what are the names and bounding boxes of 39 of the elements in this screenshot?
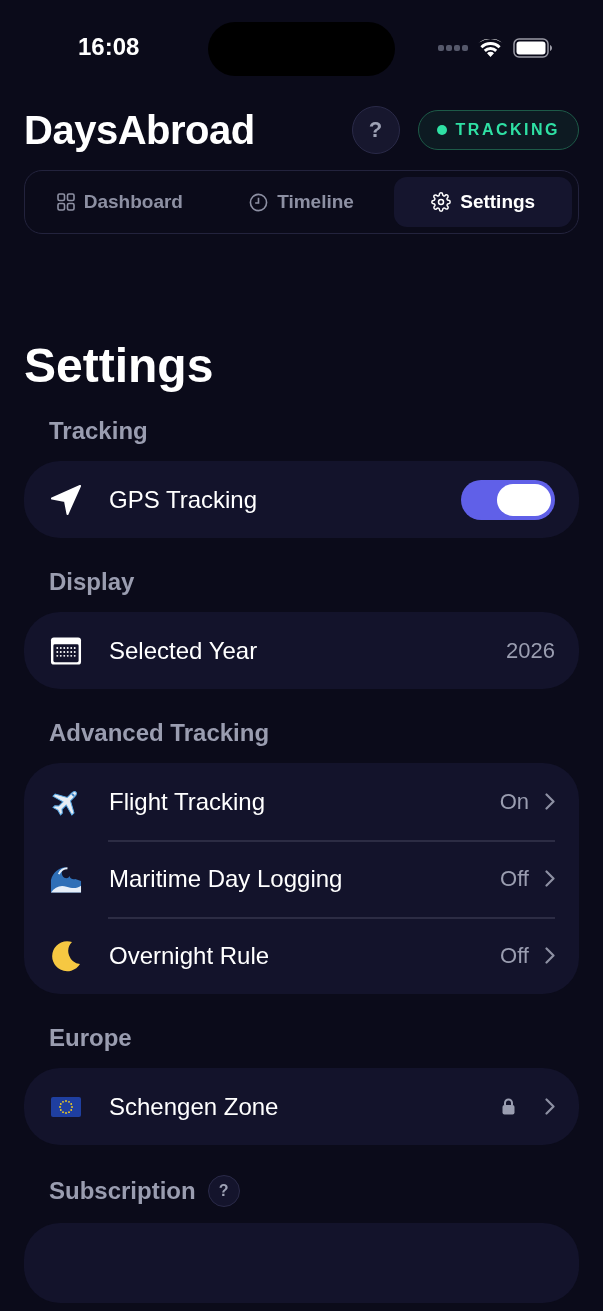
tab[interactable]: Timeline — [212, 177, 391, 227]
section-header: Europe — [49, 1024, 132, 1052]
wifi-icon — [478, 38, 503, 58]
calendar-icon — [50, 635, 82, 666]
navigation-arrow-icon — [50, 483, 82, 516]
section-header: Subscription — [49, 1177, 196, 1205]
setting-value: Off — [500, 865, 529, 892]
tab[interactable]: Dashboard — [31, 177, 209, 227]
flag-icon — [51, 1095, 81, 1118]
page-title: Settings — [24, 338, 215, 393]
status-time: 16:08 — [78, 33, 140, 61]
section-header: Advanced Tracking — [49, 719, 270, 747]
setting-value: Off — [500, 942, 529, 969]
chevron-right-icon — [545, 870, 555, 887]
chevron-right-icon — [545, 947, 555, 964]
setting-label: Maritime Day Logging — [109, 864, 344, 893]
gear-icon — [431, 192, 452, 212]
tab[interactable]: Settings — [394, 177, 572, 227]
battery-icon — [513, 38, 553, 58]
setting-value: 2026 — [506, 637, 555, 664]
chevron-right-icon — [545, 1098, 555, 1115]
toggle-switch[interactable] — [461, 479, 555, 520]
signal-icon — [438, 45, 468, 51]
app-title: DaysAbroad — [24, 107, 256, 153]
help-button[interactable]: ? — [351, 106, 400, 154]
grid-icon — [56, 193, 75, 211]
clock-icon — [249, 192, 269, 212]
section-header: Display — [49, 568, 135, 596]
chevron-right-icon — [545, 793, 555, 810]
crescent-moon-icon — [50, 939, 82, 972]
section-header: Tracking — [49, 417, 148, 445]
setting-label: Overnight Rule — [109, 941, 271, 970]
setting-label: Selected Year — [109, 636, 259, 665]
setting-label: Schengen Zone — [109, 1092, 280, 1121]
tracking-status-badge: TRACKING — [417, 110, 579, 150]
help-button[interactable]: ? — [207, 1175, 240, 1207]
setting-label: Flight Tracking — [109, 787, 267, 816]
setting-label: GPS Tracking — [109, 485, 259, 514]
setting-value: On — [499, 788, 529, 815]
